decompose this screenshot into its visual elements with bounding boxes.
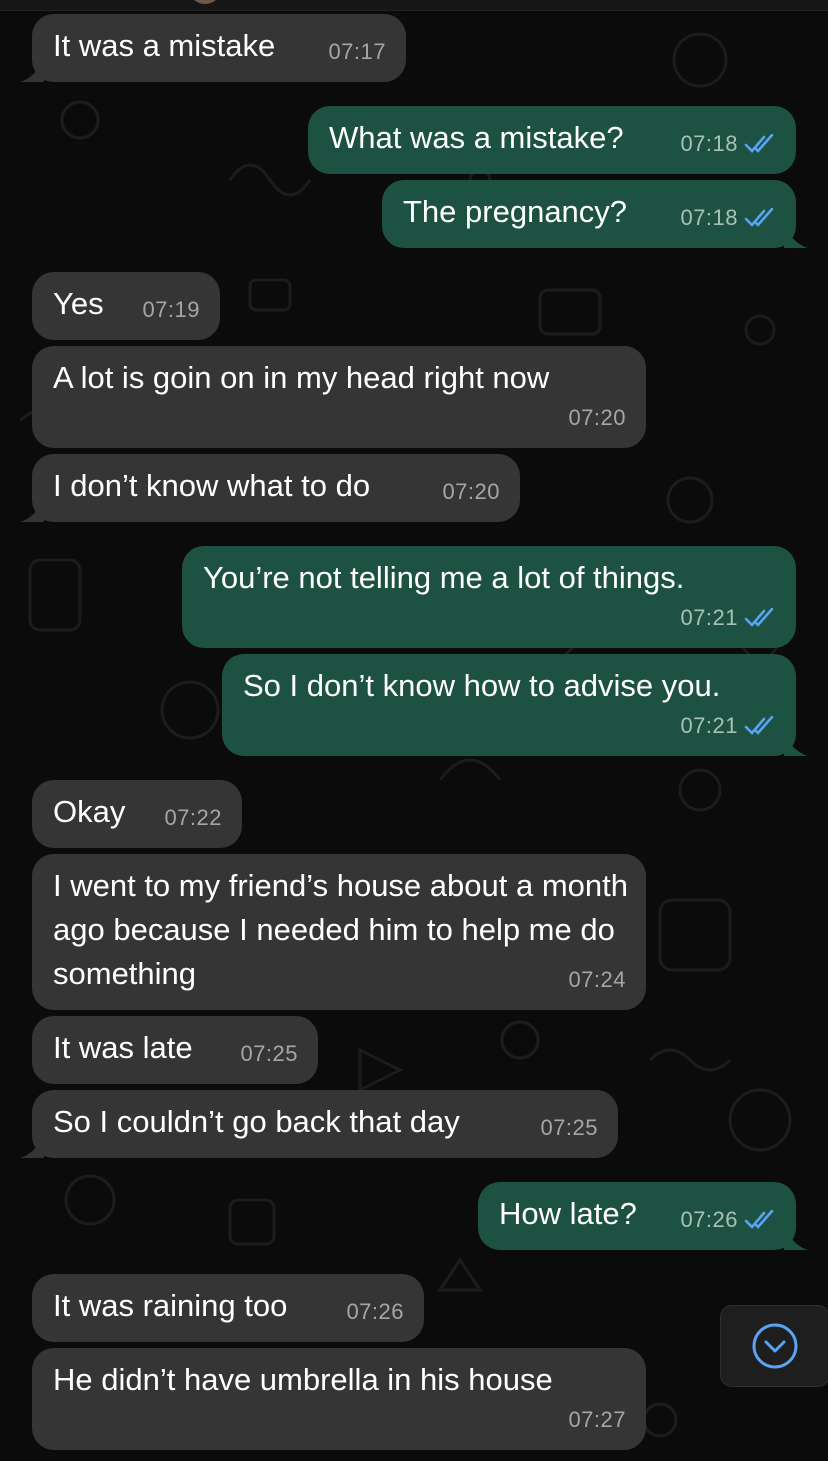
message-time: 07:21 xyxy=(680,713,738,738)
message-text: I went to my friend’s house about a mont… xyxy=(53,868,628,991)
message-text: It was raining too xyxy=(53,1288,288,1323)
message-outgoing[interactable]: How late? 07:26 xyxy=(478,1182,808,1250)
bubble-tail xyxy=(784,1228,808,1250)
message-text: The pregnancy? xyxy=(403,194,628,229)
double-check-icon xyxy=(744,716,774,735)
message-time: 07:27 xyxy=(568,1407,626,1432)
double-check-icon xyxy=(744,134,774,153)
message-time: 07:17 xyxy=(328,39,386,64)
message-time: 07:26 xyxy=(346,1299,404,1324)
message-text: It was late xyxy=(53,1030,193,1065)
message-text: So I don’t know how to advise you. xyxy=(243,668,721,703)
message-text: What was a mistake? xyxy=(329,120,624,155)
message-text: Okay xyxy=(53,794,126,829)
scroll-to-bottom-button[interactable] xyxy=(720,1305,828,1387)
message-time: 07:21 xyxy=(680,605,738,630)
bubble-tail xyxy=(20,1136,44,1158)
bubble-tail xyxy=(784,226,808,248)
message-text: How late? xyxy=(499,1196,637,1231)
message-time: 07:18 xyxy=(680,131,738,156)
message-list[interactable]: It was a mistake 07:17 What was a mistak… xyxy=(0,0,828,1461)
message-time: 07:25 xyxy=(240,1041,298,1066)
double-check-icon xyxy=(744,1210,774,1229)
message-outgoing[interactable]: So I don’t know how to advise you. 07:21 xyxy=(222,654,808,756)
message-incoming[interactable]: Yes 07:19 xyxy=(32,272,220,340)
message-incoming[interactable]: So I couldn’t go back that day 07:25 xyxy=(20,1090,618,1158)
message-time: 07:26 xyxy=(680,1207,738,1232)
message-outgoing[interactable]: The pregnancy? 07:18 xyxy=(382,180,808,248)
bubble-tail xyxy=(20,60,44,82)
message-text: So I couldn’t go back that day xyxy=(53,1104,460,1139)
message-time: 07:20 xyxy=(442,479,500,504)
message-incoming[interactable]: A lot is goin on in my head right now 07… xyxy=(32,346,646,448)
message-incoming[interactable]: It was a mistake 07:17 xyxy=(20,14,406,82)
message-incoming[interactable]: He didn’t have umbrella in his house 07:… xyxy=(32,1348,646,1450)
message-time: 07:18 xyxy=(680,205,738,230)
message-incoming[interactable]: I went to my friend’s house about a mont… xyxy=(32,854,646,1010)
message-text: Yes xyxy=(53,286,104,321)
bubble-tail xyxy=(784,734,808,756)
message-incoming[interactable]: Okay 07:22 xyxy=(32,780,242,848)
message-text: It was a mistake xyxy=(53,28,276,63)
message-incoming[interactable]: I don’t know what to do 07:20 xyxy=(20,454,520,522)
message-time: 07:20 xyxy=(568,405,626,430)
message-outgoing[interactable]: You’re not telling me a lot of things. 0… xyxy=(182,546,796,648)
message-time: 07:24 xyxy=(568,967,626,992)
double-check-icon xyxy=(744,608,774,627)
message-text: You’re not telling me a lot of things. xyxy=(203,560,685,595)
message-text: A lot is goin on in my head right now xyxy=(53,360,550,395)
message-time: 07:25 xyxy=(540,1115,598,1140)
chevron-down-circle-icon xyxy=(752,1323,798,1369)
message-incoming[interactable]: It was late 07:25 xyxy=(32,1016,318,1084)
message-incoming[interactable]: It was raining too 07:26 xyxy=(32,1274,424,1342)
message-text: He didn’t have umbrella in his house xyxy=(53,1362,553,1397)
message-time: 07:19 xyxy=(142,297,200,322)
bubble-tail xyxy=(20,500,44,522)
message-time: 07:22 xyxy=(164,805,222,830)
double-check-icon xyxy=(744,208,774,227)
message-outgoing[interactable]: What was a mistake? 07:18 xyxy=(308,106,796,174)
message-text: I don’t know what to do xyxy=(53,468,371,503)
